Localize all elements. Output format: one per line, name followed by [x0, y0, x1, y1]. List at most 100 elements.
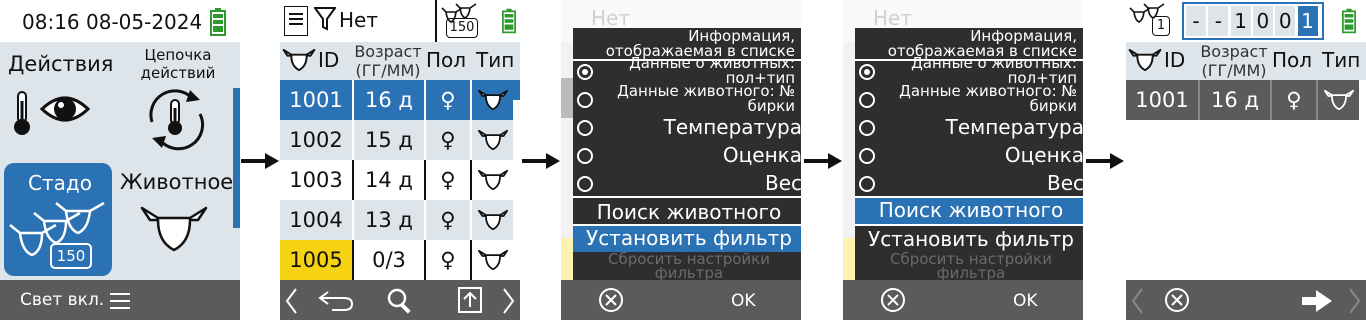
ok-button[interactable]: OK — [731, 291, 756, 311]
option-score[interactable]: Оценка — [1005, 143, 1083, 167]
set-filter-item[interactable]: Установить фильтр — [573, 226, 801, 252]
cell-sex: ♀ — [440, 248, 456, 272]
table-row[interactable]: 1001 16 д ♀ — [280, 80, 513, 120]
table-row[interactable]: 1005 0/3 ♀ — [280, 240, 513, 280]
cell-id: 1001 — [280, 80, 352, 120]
option-weight[interactable]: Вес — [765, 171, 801, 195]
column-type[interactable]: Тип — [476, 48, 514, 72]
dimmed-row-highlight — [843, 238, 855, 280]
chevron-right-icon[interactable] — [1348, 287, 1362, 319]
set-filter-label: Установить фильтр — [586, 226, 792, 250]
option-temperature[interactable]: Температура — [946, 115, 1083, 139]
export-icon[interactable] — [458, 287, 482, 317]
search-icon[interactable] — [386, 287, 414, 319]
table-header: ID Возраст (ГГ/ММ) Пол Тип — [1126, 42, 1366, 80]
flow-arrow-icon — [804, 151, 842, 171]
cell-id: 1001 — [1126, 80, 1198, 120]
radio-weight[interactable] — [859, 176, 875, 192]
cancel-icon[interactable] — [880, 287, 906, 317]
id-digit[interactable]: 1 — [1230, 6, 1251, 36]
back-arrow-icon[interactable] — [318, 288, 354, 316]
next-arrow-icon[interactable] — [1302, 290, 1332, 316]
flow-arrow-icon — [522, 151, 560, 171]
radio-temperature[interactable] — [859, 120, 875, 136]
separator — [573, 196, 801, 198]
dimmed-row-highlight — [561, 238, 573, 280]
radio-score[interactable] — [577, 148, 593, 164]
id-digit[interactable]: - — [1208, 6, 1229, 36]
table-row[interactable]: 1001 16 д ♀ — [1126, 80, 1359, 120]
cancel-icon[interactable] — [1164, 287, 1190, 317]
radio-weight[interactable] — [577, 176, 593, 192]
actions-tile[interactable]: Действия — [0, 44, 115, 158]
column-id[interactable]: ID — [1164, 48, 1185, 72]
radio-tag-number[interactable] — [859, 92, 875, 108]
radio-temperature[interactable] — [577, 120, 593, 136]
ok-button[interactable]: OK — [1013, 291, 1038, 311]
table-row[interactable]: 1002 15 д ♀ — [280, 120, 513, 160]
radio-sex-type[interactable] — [859, 64, 875, 80]
option-weight[interactable]: Вес — [1047, 171, 1083, 195]
search-animal-item[interactable]: Поиск животного — [573, 200, 801, 224]
animal-tile[interactable]: Животное — [118, 160, 233, 276]
cow-head-icon — [282, 48, 316, 76]
animal-label: Животное — [120, 170, 234, 194]
column-sex[interactable]: Пол — [1272, 48, 1312, 72]
action-chain-tile[interactable]: Цепочка действий — [120, 44, 235, 158]
id-digit[interactable]: 0 — [1252, 6, 1273, 36]
cell-sex: ♀ — [440, 208, 456, 232]
menu-icon[interactable] — [110, 292, 130, 314]
scrollbar[interactable] — [233, 88, 240, 228]
cell-id: 1003 — [280, 160, 352, 200]
table-row[interactable]: 1003 14 д ♀ — [280, 160, 513, 200]
radio-sex-type[interactable] — [577, 64, 593, 80]
column-type[interactable]: Тип — [1322, 48, 1360, 72]
option-temperature[interactable]: Температура — [664, 115, 801, 139]
cell-id: 1002 — [280, 120, 352, 160]
cancel-icon[interactable] — [598, 287, 624, 317]
radio-score[interactable] — [859, 148, 875, 164]
cow-type-icon — [472, 120, 513, 160]
chevron-right-icon[interactable] — [502, 287, 516, 319]
scrollbar[interactable] — [513, 80, 520, 100]
result-count-badge: 1 — [1152, 16, 1170, 36]
column-age-unit: (ГГ/ММ) — [1201, 61, 1267, 80]
column-age-label: Возраст — [1200, 42, 1268, 61]
actions-label: Действия — [8, 52, 114, 76]
id-search-input[interactable]: --1001 — [1182, 2, 1324, 40]
column-age[interactable]: Возраст (ГГ/ММ) — [1198, 42, 1270, 80]
list-icon[interactable] — [284, 6, 308, 36]
cell-age: 16 д — [1211, 88, 1259, 112]
herd-count-badge: 150 — [50, 243, 92, 269]
cow-head-icon — [1128, 48, 1162, 76]
filter-icon[interactable] — [313, 6, 337, 36]
column-age-unit: (ГГ/ММ) — [355, 61, 421, 80]
column-id[interactable]: ID — [318, 48, 339, 72]
option-tag-number[interactable]: Данные животного: № бирки — [617, 84, 795, 114]
search-animal-item[interactable]: Поиск животного — [855, 198, 1083, 224]
cow-type-icon — [1318, 80, 1359, 120]
chevron-left-icon[interactable] — [1130, 287, 1144, 319]
herd-tile[interactable]: Стадо 150 — [4, 163, 112, 276]
chevron-left-icon[interactable] — [284, 287, 298, 319]
flow-arrow-icon — [241, 151, 279, 171]
cell-sex: ♀ — [440, 168, 456, 192]
cell-id: 1004 — [280, 200, 352, 240]
cell-sex: ♀ — [1286, 88, 1302, 112]
id-digit[interactable]: 1 — [1297, 6, 1318, 36]
id-digit[interactable]: - — [1186, 6, 1206, 36]
id-digit[interactable]: 0 — [1275, 6, 1296, 36]
table-row[interactable]: 1004 13 д ♀ — [280, 200, 513, 240]
cell-id: 1005 — [280, 240, 352, 280]
column-age[interactable]: Возраст (ГГ/ММ) — [352, 42, 424, 80]
flow-arrow-icon — [1086, 151, 1124, 171]
option-score[interactable]: Оценка — [723, 143, 801, 167]
set-filter-item[interactable]: Установить фильтр — [855, 227, 1083, 251]
herd-count-badge: 150 — [446, 18, 478, 38]
column-sex[interactable]: Пол — [426, 48, 466, 72]
divider — [435, 0, 437, 42]
table-header: ID Возраст (ГГ/ММ) Пол Тип — [280, 42, 520, 80]
option-tag-number[interactable]: Данные животного: № бирки — [899, 84, 1077, 114]
column-age-label: Возраст — [354, 42, 422, 61]
radio-tag-number[interactable] — [577, 92, 593, 108]
